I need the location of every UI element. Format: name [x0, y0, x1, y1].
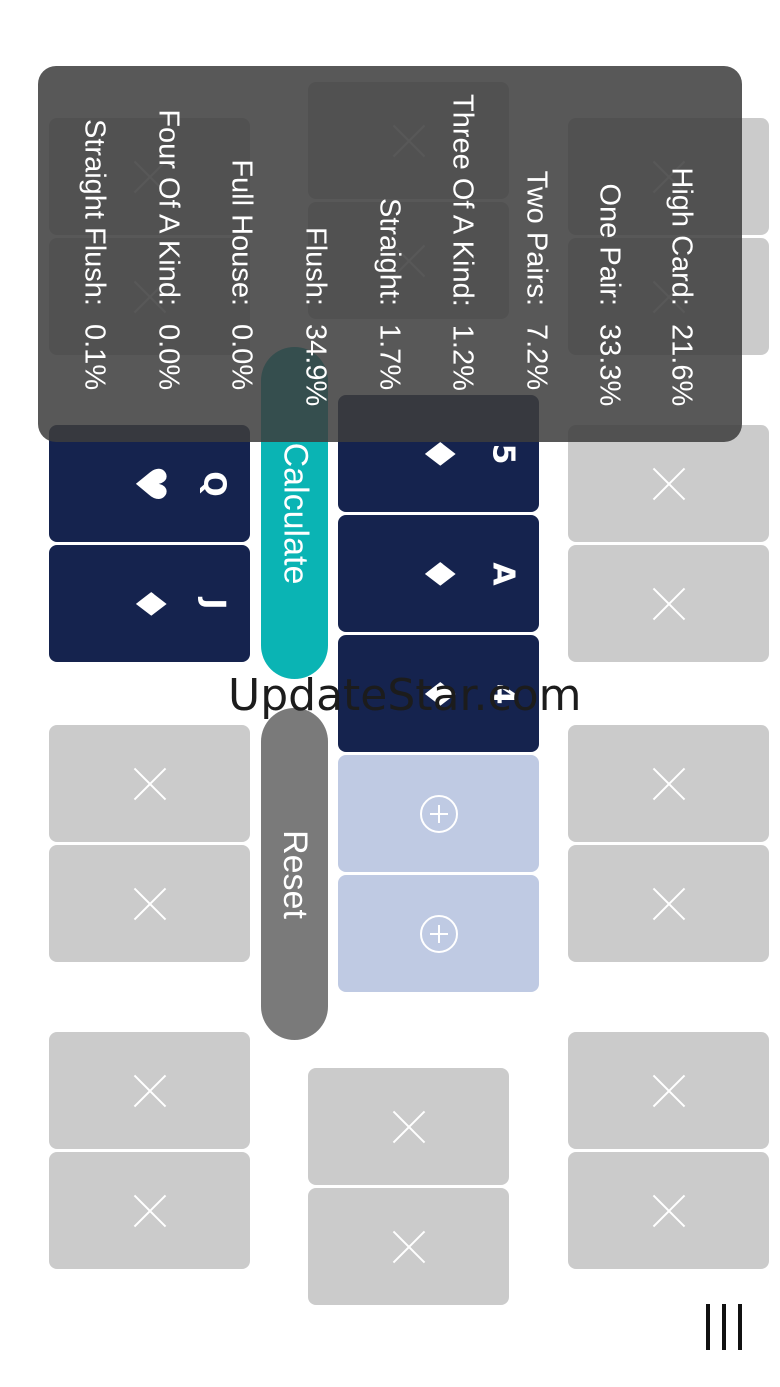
- empty-seat-slot[interactable]: [568, 845, 769, 962]
- stat-value: 0.1%: [78, 324, 111, 391]
- card-rank: Q: [196, 470, 232, 497]
- add-board-card-slot[interactable]: [338, 755, 539, 872]
- close-icon: [651, 466, 687, 502]
- empty-seat-slot[interactable]: [568, 545, 769, 662]
- stat-label: Flush:: [299, 227, 332, 306]
- close-icon: [651, 766, 687, 802]
- stat-value: 1.2%: [446, 324, 479, 391]
- empty-seat-slot[interactable]: [308, 1068, 509, 1185]
- heart-suit-icon: ♥: [125, 464, 175, 503]
- hand-card[interactable]: J ♦: [49, 545, 250, 662]
- card-rank: A: [485, 561, 521, 586]
- stat-value: 0.0%: [152, 324, 185, 391]
- close-icon: [132, 766, 168, 802]
- stat-label: Full House:: [225, 159, 258, 306]
- watermark: UpdateStar.com: [228, 670, 582, 721]
- stat-row-two-pairs: Two Pairs: 7.2%: [511, 66, 561, 442]
- stat-row-straight-flush: Straight Flush: 0.1%: [69, 66, 119, 442]
- menu-icon[interactable]: [706, 1304, 742, 1350]
- stat-row-four-of-a-kind: Four Of A Kind: 0.0%: [143, 66, 193, 442]
- stat-label: Straight Flush:: [78, 119, 111, 306]
- empty-seat-slot[interactable]: [568, 725, 769, 842]
- stat-row-one-pair: One Pair: 33.3%: [584, 66, 634, 442]
- diamond-suit-icon: ♦: [125, 584, 175, 623]
- close-icon: [391, 1109, 427, 1145]
- close-icon: [132, 1073, 168, 1109]
- stat-value: 0.0%: [225, 324, 258, 391]
- add-board-card-slot[interactable]: [338, 875, 539, 992]
- close-icon: [651, 1073, 687, 1109]
- close-icon: [132, 886, 168, 922]
- stat-value: 21.6%: [665, 324, 698, 407]
- empty-seat-slot[interactable]: [49, 845, 250, 962]
- stat-label: Four Of A Kind:: [152, 109, 185, 306]
- empty-seat-slot[interactable]: [568, 425, 769, 542]
- close-icon: [132, 1193, 168, 1229]
- empty-seat-slot[interactable]: [49, 1032, 250, 1149]
- stat-label: Two Pairs:: [520, 170, 553, 306]
- reset-button[interactable]: Reset: [261, 708, 328, 1040]
- calculate-label: Calculate: [276, 442, 314, 584]
- close-icon: [651, 1193, 687, 1229]
- close-icon: [651, 586, 687, 622]
- plus-circle-icon: [419, 794, 458, 833]
- empty-seat-slot[interactable]: [49, 725, 250, 842]
- stat-value: 7.2%: [520, 324, 553, 391]
- card-rank: J: [196, 597, 232, 610]
- stat-row-flush: Flush: 34.9%: [290, 66, 340, 442]
- diamond-suit-icon: ♦: [414, 554, 464, 593]
- close-icon: [391, 1229, 427, 1265]
- reset-label: Reset: [276, 829, 315, 919]
- stat-row-straight: Straight: 1.7%: [364, 66, 414, 442]
- stat-value: 33.3%: [593, 324, 626, 407]
- empty-seat-slot[interactable]: [308, 1188, 509, 1305]
- stat-label: One Pair:: [593, 183, 626, 307]
- empty-seat-slot[interactable]: [568, 1152, 769, 1269]
- stat-value: 1.7%: [373, 324, 406, 391]
- stat-value: 34.9%: [299, 324, 332, 407]
- stat-row-high-card: High Card: 21.6%: [656, 66, 706, 442]
- stat-row-full-house: Full House: 0.0%: [216, 66, 266, 442]
- odds-overlay-panel: High Card: 21.6% One Pair: 33.3% Two Pairs…: [38, 66, 742, 442]
- stat-label: Three Of A Kind:: [446, 94, 479, 307]
- stat-label: High Card:: [665, 167, 698, 306]
- empty-seat-slot[interactable]: [568, 1032, 769, 1149]
- stat-label: Straight:: [373, 198, 406, 306]
- stat-row-three-of-a-kind: Three Of A Kind: 1.2%: [437, 66, 487, 442]
- board-card[interactable]: A ♦: [338, 515, 539, 632]
- empty-seat-slot[interactable]: [49, 1152, 250, 1269]
- plus-circle-icon: [419, 914, 458, 953]
- hand-card[interactable]: Q ♥: [49, 425, 250, 542]
- close-icon: [651, 886, 687, 922]
